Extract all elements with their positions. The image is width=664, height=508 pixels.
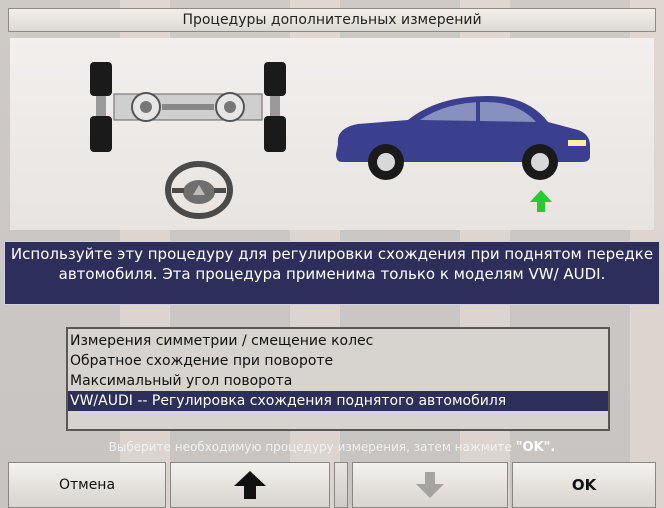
hint-ok-label: "OK". (515, 440, 556, 455)
hint-text: Выберите необходимую процедуру измерения… (108, 440, 512, 454)
procedure-list[interactable]: Измерения симметрии / смещение колес Обр… (66, 327, 610, 431)
list-item-selected[interactable]: VW/AUDI -- Регулировка схождения поднято… (68, 391, 608, 411)
ok-button[interactable]: OK (512, 462, 656, 508)
list-item[interactable]: Измерения симметрии / смещение колес (68, 331, 608, 351)
button-separator (334, 462, 348, 508)
button-bar: Отмена OK (0, 462, 664, 508)
car-side-view-icon (336, 96, 590, 180)
arrow-up-icon (234, 471, 266, 499)
steering-wheel-icon (165, 161, 233, 219)
ok-button-label: OK (571, 476, 597, 494)
lift-arrow-icon (530, 190, 552, 212)
list-item[interactable]: Максимальный угол поворота (68, 371, 608, 391)
cancel-button[interactable]: Отмена (8, 462, 166, 508)
chassis-top-view-icon (90, 62, 286, 152)
cancel-button-label: Отмена (58, 477, 116, 493)
arrow-down-icon (416, 472, 444, 498)
illustration-panel (10, 38, 654, 230)
instruction-hint: Выберите необходимую процедуру измерения… (0, 440, 664, 455)
list-item[interactable]: Обратное схождение при повороте (68, 351, 608, 371)
window-title: Процедуры дополнительных измерений (8, 8, 656, 32)
procedure-description: Используйте эту процедуру для регулировк… (4, 241, 660, 305)
move-up-button[interactable] (170, 462, 330, 508)
move-down-button[interactable] (352, 462, 508, 508)
